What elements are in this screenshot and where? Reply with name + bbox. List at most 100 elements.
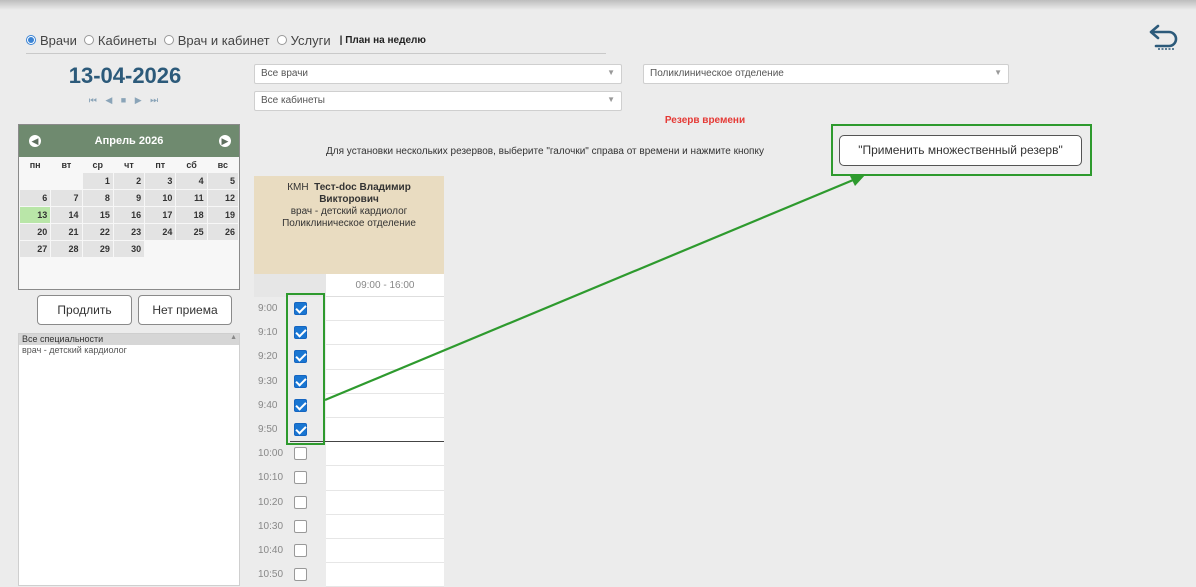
current-date: 13-04-2026 xyxy=(68,63,182,88)
slot-cell[interactable] xyxy=(326,563,444,587)
time-slot: 9:10 xyxy=(254,321,444,346)
slot-cell[interactable] xyxy=(326,514,444,539)
weekday-label: ср xyxy=(92,160,103,170)
slot-time: 9:40 xyxy=(258,399,278,411)
calendar-day[interactable]: 6 xyxy=(20,190,51,206)
extend-button[interactable]: Продлить xyxy=(37,295,132,325)
doctor-select[interactable]: Все врачи ▼ xyxy=(254,64,622,84)
calendar-month-label: Апрель 2026 xyxy=(94,135,164,147)
calendar-day[interactable]: 30 xyxy=(113,241,145,257)
calendar-day[interactable]: 17 xyxy=(145,207,176,223)
slot-time: 10:00 xyxy=(258,448,284,460)
specialty-list[interactable]: Все специальности врач - детский кардиол… xyxy=(18,333,240,586)
time-slot-list: 9:00 9:10 9:20 9:30 9:40 9:50 10:00 10:1… xyxy=(254,297,444,587)
calendar-day[interactable]: 16 xyxy=(113,207,145,223)
radio-services[interactable]: Услуги xyxy=(276,33,331,48)
calendar-day-empty xyxy=(51,173,81,189)
slot-cell[interactable] xyxy=(326,417,444,443)
slot-cell[interactable] xyxy=(326,297,444,322)
prev-page-icon[interactable]: ◀ xyxy=(105,95,115,105)
calendar-day[interactable]: 19 xyxy=(207,207,238,223)
slot-checkbox[interactable] xyxy=(294,447,307,461)
slot-cell[interactable] xyxy=(326,369,444,394)
radio-doctor-and-cabinet[interactable]: Врач и кабинет xyxy=(163,33,270,48)
slot-checkbox[interactable] xyxy=(294,471,307,485)
slot-cell[interactable] xyxy=(326,345,444,370)
doctor-name-line1: КМН Тест-doc Владимир xyxy=(254,182,444,194)
radio-services-indicator[interactable] xyxy=(276,35,287,45)
calendar-day[interactable]: 11 xyxy=(176,190,207,206)
scroll-up-icon[interactable]: ▲ xyxy=(230,334,237,341)
calendar-day[interactable]: 22 xyxy=(82,224,113,240)
calendar-day[interactable]: 12 xyxy=(207,190,238,206)
next-month-icon[interactable]: ▶ xyxy=(219,135,231,147)
today-icon[interactable]: ■ xyxy=(121,95,129,105)
calendar-day[interactable]: 20 xyxy=(20,224,51,240)
calendar-day[interactable]: 2 xyxy=(113,173,145,189)
date-navigation: ⏮ ◀ ■ ▶ ⏭ xyxy=(18,95,232,106)
reserve-instruction: Для установки нескольких резервов, выбер… xyxy=(326,146,764,157)
slot-cell[interactable] xyxy=(326,466,444,491)
calendar-day[interactable]: 5 xyxy=(207,173,238,189)
calendar-day[interactable]: 8 xyxy=(82,190,113,206)
calendar-day[interactable]: 23 xyxy=(113,224,145,240)
slot-checkbox[interactable] xyxy=(294,495,307,509)
calendar-day-today[interactable]: 13 xyxy=(20,207,51,223)
doctor-department: Поликлиническое отделение xyxy=(282,218,416,229)
last-page-icon[interactable]: ⏭ xyxy=(150,95,161,105)
doctor-select-value: Все врачи xyxy=(261,68,309,79)
slot-cell[interactable] xyxy=(326,538,444,564)
calendar-day[interactable]: 15 xyxy=(82,207,113,223)
radio-doctors[interactable]: Врачи xyxy=(26,33,77,48)
slot-checkbox[interactable] xyxy=(294,543,307,557)
calendar-day[interactable]: 27 xyxy=(20,241,51,257)
slot-time: 10:50 xyxy=(258,569,284,581)
calendar-day-empty xyxy=(145,241,175,257)
calendar-day[interactable]: 21 xyxy=(51,224,82,240)
back-arrow-icon[interactable] xyxy=(1148,22,1182,52)
view-mode-selector: Врачи Кабинеты Врач и кабинет Услуги | П… xyxy=(26,31,426,49)
calendar-day[interactable]: 1 xyxy=(82,173,113,189)
specialty-item-all[interactable]: Все специальности xyxy=(19,334,239,345)
calendar-day[interactable]: 14 xyxy=(51,207,82,223)
calendar-day[interactable]: 10 xyxy=(145,190,176,206)
slot-cell[interactable] xyxy=(326,321,444,346)
slot-time: 10:10 xyxy=(258,472,284,484)
slot-checkbox[interactable] xyxy=(294,568,307,582)
calendar-header: ◀ Апрель 2026 ▶ xyxy=(19,125,239,157)
cabinet-select[interactable]: Все кабинеты ▼ xyxy=(254,91,622,111)
radio-cabinets-indicator[interactable] xyxy=(83,35,94,45)
prev-month-icon[interactable]: ◀ xyxy=(29,135,41,147)
weekly-plan-link[interactable]: | План на неделю xyxy=(340,35,426,46)
radio-doctor-and-cabinet-indicator[interactable] xyxy=(163,35,174,45)
calendar-day[interactable]: 25 xyxy=(176,224,207,240)
calendar-day[interactable]: 26 xyxy=(207,224,238,240)
specialty-item-cardiologist[interactable]: врач - детский кардиолог xyxy=(19,345,239,356)
department-select[interactable]: Поликлиническое отделение ▼ xyxy=(643,64,1009,84)
work-hours: 09:00 - 16:00 xyxy=(355,280,415,291)
calendar-day[interactable]: 9 xyxy=(113,190,145,206)
month-calendar: ◀ Апрель 2026 ▶ пн вт ср чт пт сб вс 1 2… xyxy=(18,124,240,290)
department-select-value: Поликлиническое отделение xyxy=(650,68,784,79)
doctor-name-line2: Викторович xyxy=(319,194,379,205)
calendar-day[interactable]: 18 xyxy=(176,207,207,223)
slot-cell[interactable] xyxy=(326,490,444,515)
calendar-day[interactable]: 24 xyxy=(145,224,176,240)
first-page-icon[interactable]: ⏮ xyxy=(89,95,100,105)
calendar-day[interactable]: 7 xyxy=(51,190,82,206)
slot-time: 9:10 xyxy=(258,327,278,339)
next-page-icon[interactable]: ▶ xyxy=(135,95,145,105)
radio-doctors-indicator[interactable] xyxy=(26,35,36,45)
calendar-day[interactable]: 28 xyxy=(51,241,82,257)
apply-button-highlight xyxy=(831,124,1092,176)
radio-cabinets[interactable]: Кабинеты xyxy=(83,33,157,48)
slot-cell[interactable] xyxy=(326,442,444,467)
calendar-day[interactable]: 29 xyxy=(82,241,113,257)
weekday-label: пн xyxy=(29,160,41,170)
schedule-header: 09:00 - 16:00 xyxy=(254,274,444,297)
calendar-day[interactable]: 4 xyxy=(176,173,207,189)
slot-checkbox[interactable] xyxy=(294,519,307,533)
no-reception-button[interactable]: Нет приема xyxy=(138,295,232,325)
slot-cell[interactable] xyxy=(326,393,444,418)
calendar-day[interactable]: 3 xyxy=(145,173,176,189)
